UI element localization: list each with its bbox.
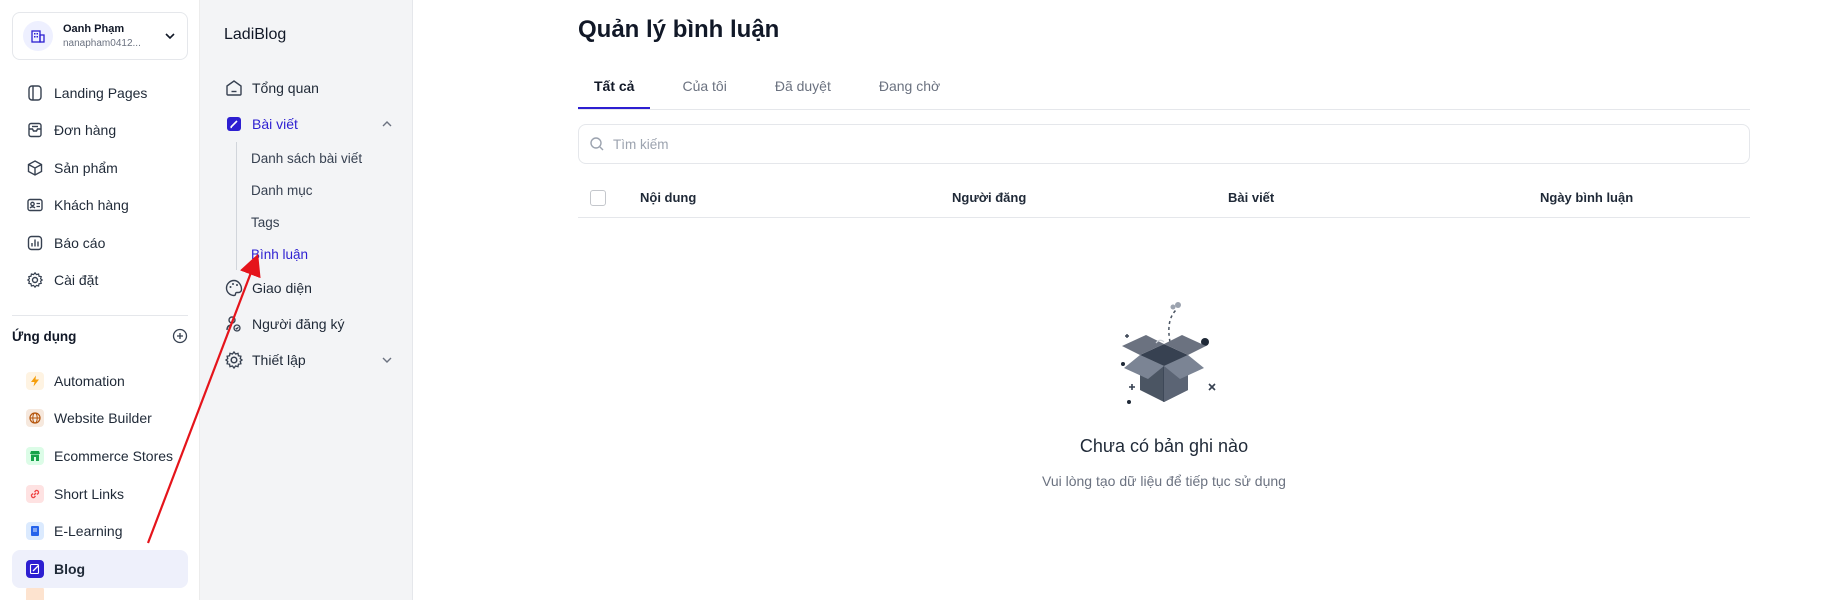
nav-item-landing-pages[interactable]: Landing Pages	[12, 74, 188, 112]
submenu-tags[interactable]: Tags	[251, 206, 394, 238]
blog-nav-setup[interactable]: Thiết lập	[224, 342, 394, 378]
orders-icon	[28, 123, 42, 138]
chevron-up-icon	[382, 121, 392, 127]
app-label: Short Links	[54, 485, 125, 502]
column-header-date[interactable]: Ngày bình luận	[1540, 190, 1633, 205]
nav-item-reports[interactable]: Báo cáo	[12, 224, 188, 262]
store-avatar-icon	[23, 21, 53, 51]
blog-nav-overview[interactable]: Tổng quan	[224, 70, 394, 106]
app-item-e-learning[interactable]: E-Learning	[12, 512, 188, 550]
tab-mine[interactable]: Của tôi	[666, 72, 742, 109]
blog-nav-posts[interactable]: Bài viết	[224, 106, 394, 142]
app-item-partial[interactable]	[12, 587, 188, 600]
app-item-website-builder[interactable]: Website Builder	[12, 400, 188, 438]
edit-note-icon	[26, 559, 44, 578]
blog-nav-subscribers[interactable]: Người đăng ký	[224, 306, 394, 342]
empty-title: Chưa có bản ghi nào	[1079, 436, 1249, 456]
blog-nav-label: Tổng quan	[252, 80, 319, 96]
app-item-ecommerce-stores[interactable]: Ecommerce Stores	[12, 437, 188, 475]
empty-subtitle: Vui lòng tạo dữ liệu để tiếp tục sử dụng	[1042, 473, 1286, 489]
blog-app-title: LadiBlog	[224, 26, 287, 43]
user-subscribe-icon	[226, 316, 241, 332]
column-header-author[interactable]: Người đăng	[952, 190, 1026, 205]
book-icon	[26, 522, 44, 541]
blog-nav-label: Người đăng ký	[252, 316, 345, 332]
link-icon	[26, 484, 44, 503]
app-icon	[26, 587, 44, 600]
tab-pending[interactable]: Đang chờ	[863, 72, 956, 109]
landing-pages-icon	[28, 85, 42, 101]
home-icon	[226, 80, 242, 96]
primary-sidebar: Oanh Phạm nanapham0412... Landing Pages …	[0, 0, 204, 600]
page-title: Quản lý bình luận	[578, 16, 780, 43]
submenu-categories[interactable]: Danh mục	[251, 174, 394, 206]
tab-approved[interactable]: Đã duyệt	[759, 72, 847, 109]
nav-label: Sản phẩm	[54, 159, 118, 176]
products-icon	[27, 159, 43, 176]
submenu-comments[interactable]: Bình luận	[251, 238, 394, 270]
settings-icon	[26, 272, 44, 289]
edit-note-icon	[227, 117, 241, 131]
empty-state: Chưa có bản ghi nào Vui lòng tạo dữ liệu…	[578, 280, 1750, 489]
main-content: Quản lý bình luận Tất cả Của tôi Đã duyệ…	[578, 0, 1750, 600]
account-name: Oanh Phạm	[63, 23, 125, 35]
nav-item-orders[interactable]: Đơn hàng	[12, 112, 188, 150]
app-item-blog[interactable]: Blog	[12, 549, 188, 588]
app-item-automation[interactable]: Automation	[12, 362, 188, 400]
posts-submenu: Danh sách bài viết Danh mục Tags Bình lu…	[236, 142, 394, 270]
account-email: nanapham0412...	[63, 38, 141, 49]
sidebar-divider	[12, 315, 188, 316]
blog-nav-label: Giao diện	[252, 280, 312, 296]
blog-nav-label: Thiết lập	[252, 352, 306, 368]
column-header-post[interactable]: Bài viết	[1228, 190, 1274, 205]
nav-label: Báo cáo	[54, 234, 106, 251]
nav-label: Landing Pages	[54, 84, 148, 101]
lightning-icon	[26, 371, 44, 390]
app-label: Blog	[54, 560, 86, 577]
store-icon	[26, 446, 44, 465]
apps-header: Ứng dụng	[12, 328, 188, 344]
search-icon	[590, 137, 604, 151]
settings-icon	[224, 350, 244, 370]
blog-nav-theme[interactable]: Giao diện	[224, 270, 394, 306]
blog-sidebar: LadiBlog Tổng quan Bài viết Danh sách bà…	[200, 0, 413, 600]
add-circle-icon[interactable]	[172, 328, 188, 344]
submenu-post-list[interactable]: Danh sách bài viết	[251, 142, 394, 174]
blog-nav-label: Bài viết	[252, 116, 298, 132]
primary-nav: Landing Pages Đơn hàng Sản phẩm Khách hà…	[12, 74, 188, 299]
app-label: Ecommerce Stores	[54, 447, 174, 464]
select-all-checkbox[interactable]	[590, 190, 606, 206]
nav-label: Đơn hàng	[54, 122, 117, 139]
nav-label: Khách hàng	[54, 197, 129, 214]
apps-list: Automation Website Builder Ecommerce Sto…	[12, 362, 188, 600]
nav-label: Cài đặt	[54, 272, 99, 289]
empty-box-icon	[1121, 302, 1216, 404]
column-header-content[interactable]: Nội dung	[640, 190, 696, 205]
search-box	[578, 124, 1750, 164]
app-label: Automation	[54, 372, 125, 389]
table-header: Nội dung Người đăng Bài viết Ngày bình l…	[578, 178, 1750, 218]
blog-nav: Tổng quan Bài viết Danh sách bài viết Da…	[224, 70, 394, 378]
apps-title: Ứng dụng	[12, 328, 77, 344]
palette-icon	[225, 279, 243, 297]
app-label: Website Builder	[54, 410, 152, 427]
search-input[interactable]	[613, 136, 1713, 152]
globe-icon	[26, 409, 44, 428]
customers-icon	[27, 199, 43, 212]
nav-item-settings[interactable]: Cài đặt	[12, 262, 188, 300]
reports-icon	[27, 235, 43, 250]
tab-all[interactable]: Tất cả	[578, 72, 651, 109]
app-label: E-Learning	[54, 523, 123, 540]
app-root: Oanh Phạm nanapham0412... Landing Pages …	[0, 0, 1821, 600]
nav-item-customers[interactable]: Khách hàng	[12, 187, 188, 225]
chevron-down-icon	[382, 357, 392, 363]
comment-tabs: Tất cả Của tôi Đã duyệt Đang chờ	[578, 72, 1750, 110]
app-item-short-links[interactable]: Short Links	[12, 475, 188, 513]
account-switcher[interactable]: Oanh Phạm nanapham0412...	[12, 12, 188, 60]
chevron-down-icon	[165, 33, 175, 40]
nav-item-products[interactable]: Sản phẩm	[12, 149, 188, 187]
